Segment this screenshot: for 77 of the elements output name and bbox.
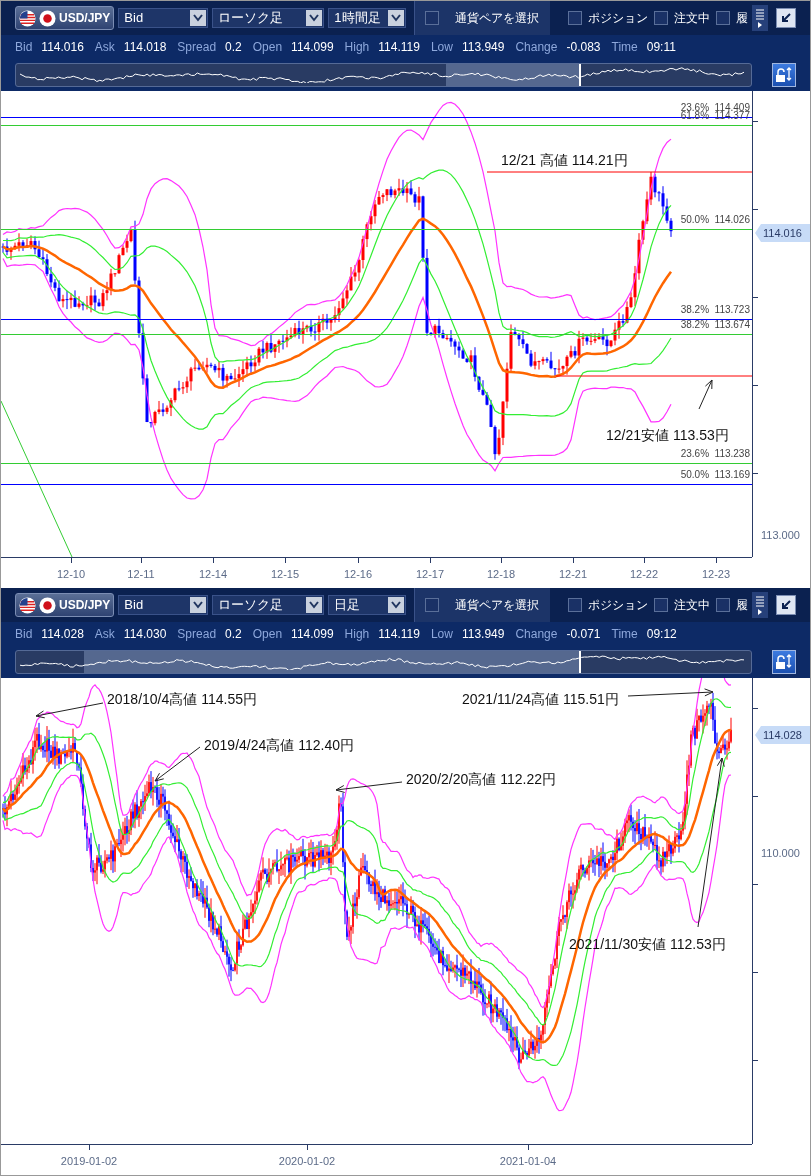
quote-label: Bid	[15, 626, 33, 643]
fibonacci-label: 50.0% 113.169	[680, 469, 750, 481]
quote-label: Change	[515, 39, 558, 56]
quote-value: 114.028	[41, 626, 84, 643]
quote-label: Bid	[15, 39, 33, 56]
quote-label: Low	[430, 39, 453, 56]
dropdown-select[interactable]: 1時間足	[328, 8, 407, 28]
annotation-text: 2020/2/20高値 112.22円	[406, 770, 556, 788]
quote-label: Spread	[177, 39, 217, 56]
toggle-label: 履	[736, 10, 749, 27]
fibonacci-label: 23.6% 114.409	[680, 102, 750, 113]
quote-value: 114.016	[41, 39, 84, 56]
fibonacci-label: 50.0% 114.026	[680, 214, 750, 226]
dropdown-select[interactable]: ローソク足	[212, 595, 325, 615]
date-label: 12-21	[558, 567, 588, 582]
quote-value: 113.949	[461, 39, 505, 56]
quote-label: Time	[611, 39, 638, 56]
quote-label: High	[344, 626, 370, 643]
currency-pair-button[interactable]: USD/JPY	[15, 593, 115, 617]
fibonacci-label: 23.6% 113.238	[680, 448, 750, 460]
pair-select-tab[interactable]: 通貨ペアを選択	[414, 1, 551, 35]
quote-label: Spread	[177, 626, 217, 643]
current-price-tag: 114.028	[755, 726, 810, 744]
dropdown-select[interactable]: Bid	[118, 8, 209, 28]
date-label: 12-15	[270, 567, 300, 582]
toggle-label: 注文中	[674, 10, 711, 27]
quote-label: Open	[252, 626, 283, 643]
toggle-label: ポジション	[588, 597, 649, 614]
quote-value: -0.071	[566, 626, 601, 643]
date-label: 2020-01-02	[278, 1154, 336, 1169]
date-label: 12-11	[127, 567, 155, 582]
pair-select-tab[interactable]: 通貨ペアを選択	[414, 588, 551, 622]
annotation-text: 2018/10/4高値 114.55円	[107, 690, 257, 708]
quote-label: High	[344, 39, 370, 56]
toggle-label: 履	[736, 597, 749, 614]
date-label: 12-23	[701, 567, 731, 582]
quote-label: Time	[611, 626, 638, 643]
quote-value: 113.949	[461, 626, 505, 643]
quote-value: 114.030	[123, 626, 167, 643]
quote-label: Low	[430, 626, 453, 643]
toggle-label: ポジション	[588, 10, 649, 27]
date-label: 12-18	[486, 567, 516, 582]
annotation-text: 2021/11/24高値 115.51円	[462, 690, 619, 708]
quote-value: 0.2	[225, 626, 242, 643]
current-price-tag: 114.016	[755, 224, 810, 242]
date-label: 12-16	[343, 567, 373, 582]
quote-value: 09:12	[646, 626, 677, 643]
date-label: 12-10	[56, 567, 86, 582]
date-label: 12-14	[198, 567, 228, 582]
annotation-text: 12/21安値 113.53円	[606, 426, 729, 444]
date-label: 2019-01-02	[60, 1154, 118, 1169]
toggle-label: 注文中	[674, 597, 711, 614]
date-label: 12-17	[415, 567, 445, 582]
price-label: 113.000	[761, 528, 800, 542]
annotation-text: 2019/4/24高値 112.40円	[204, 736, 354, 754]
fibonacci-label: 38.2% 113.723	[680, 304, 750, 316]
quote-value: -0.083	[566, 39, 601, 56]
quote-label: Change	[515, 626, 558, 643]
dropdown-select[interactable]: Bid	[118, 595, 209, 615]
fibonacci-label: 38.2% 113.674	[680, 319, 750, 331]
quote-label: Ask	[94, 39, 115, 56]
quote-value: 0.2	[225, 39, 242, 56]
quote-value: 114.018	[123, 39, 167, 56]
price-label: 110.000	[761, 846, 800, 860]
quote-label: Ask	[94, 626, 115, 643]
currency-pair-button[interactable]: USD/JPY	[15, 6, 115, 30]
quote-value: 114.119	[378, 39, 420, 56]
quote-value: 114.099	[291, 626, 334, 643]
quote-label: Open	[252, 39, 283, 56]
date-label: 12-22	[629, 567, 659, 582]
dropdown-select[interactable]: ローソク足	[212, 8, 325, 28]
annotation-text: 12/21 高値 114.21円	[501, 151, 628, 169]
quote-value: 114.099	[291, 39, 334, 56]
quote-value: 114.119	[378, 626, 420, 643]
date-label: 2021-01-04	[499, 1154, 557, 1169]
quote-value: 09:11	[646, 39, 676, 56]
dropdown-select[interactable]: 日足	[328, 595, 407, 615]
